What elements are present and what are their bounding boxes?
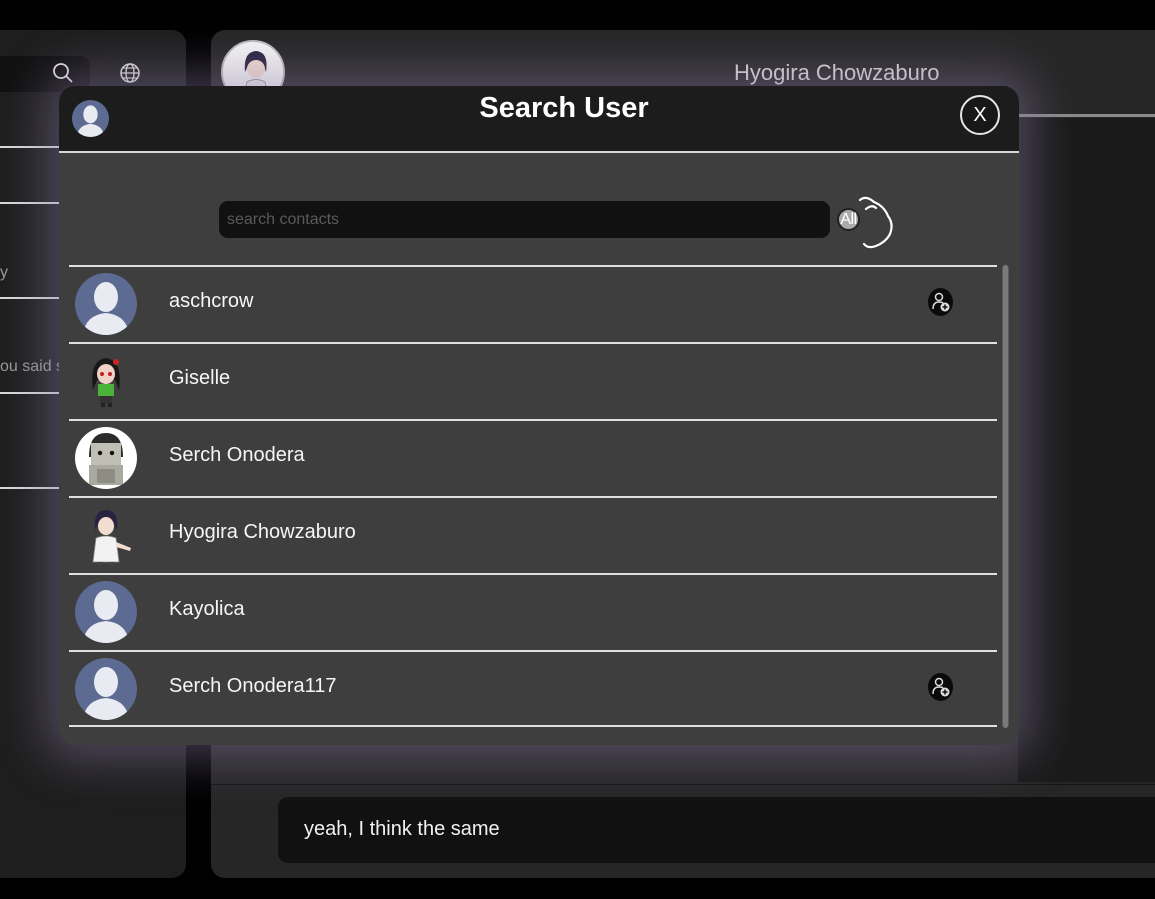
gray-character-avatar <box>75 427 137 489</box>
add-contact-icon[interactable] <box>928 288 953 316</box>
user-row[interactable]: Giselle <box>69 342 997 419</box>
scrollbar-thumb[interactable] <box>1003 265 1008 728</box>
modal-header: Search User X <box>59 86 1019 153</box>
sidebar-chat-snippet: ou said s <box>0 358 65 375</box>
anime-boy-avatar <box>75 504 137 566</box>
chat-header-divider <box>1018 114 1155 117</box>
default-avatar <box>75 658 137 720</box>
message-input-text: yeah, I think the same <box>304 818 500 840</box>
user-name: Hyogira Chowzaburo <box>169 521 356 543</box>
close-button[interactable]: X <box>960 95 1000 135</box>
scribble-annotation <box>858 196 893 249</box>
search-icon[interactable] <box>52 62 74 84</box>
sidebar-chat-snippet: y <box>0 264 8 281</box>
default-avatar <box>75 581 137 643</box>
search-contacts-input[interactable] <box>219 201 830 238</box>
sidebar-divider <box>0 202 60 204</box>
chat-contact-name: Hyogira Chowzaburo <box>734 60 940 85</box>
sidebar-divider <box>0 487 60 489</box>
globe-icon[interactable] <box>119 62 141 84</box>
anime-girl-avatar <box>75 350 137 412</box>
user-name: Kayolica <box>169 598 245 620</box>
user-search-results: aschcrow Giselle Serch Onodera Hyogira Chow… <box>69 265 997 727</box>
user-row[interactable]: Serch Onodera117 <box>69 650 997 727</box>
user-row[interactable]: Hyogira Chowzaburo <box>69 496 997 573</box>
user-name: Serch Onodera117 <box>169 675 337 697</box>
sidebar-divider <box>0 392 60 394</box>
user-row[interactable]: Serch Onodera <box>69 419 997 496</box>
user-row[interactable]: Kayolica <box>69 573 997 650</box>
user-row[interactable]: aschcrow <box>69 265 997 342</box>
chat-messages-area <box>1018 118 1155 782</box>
search-user-modal: Search User X All aschcrowGiselleSerch O… <box>59 86 1019 745</box>
sidebar-divider <box>0 146 60 148</box>
user-name: Serch Onodera <box>169 444 305 466</box>
modal-title: Search User <box>479 92 649 124</box>
default-avatar <box>75 273 137 335</box>
sidebar-divider <box>0 297 60 299</box>
user-name: aschcrow <box>169 290 254 312</box>
user-name: Giselle <box>169 367 231 389</box>
add-contact-icon[interactable] <box>928 673 953 701</box>
